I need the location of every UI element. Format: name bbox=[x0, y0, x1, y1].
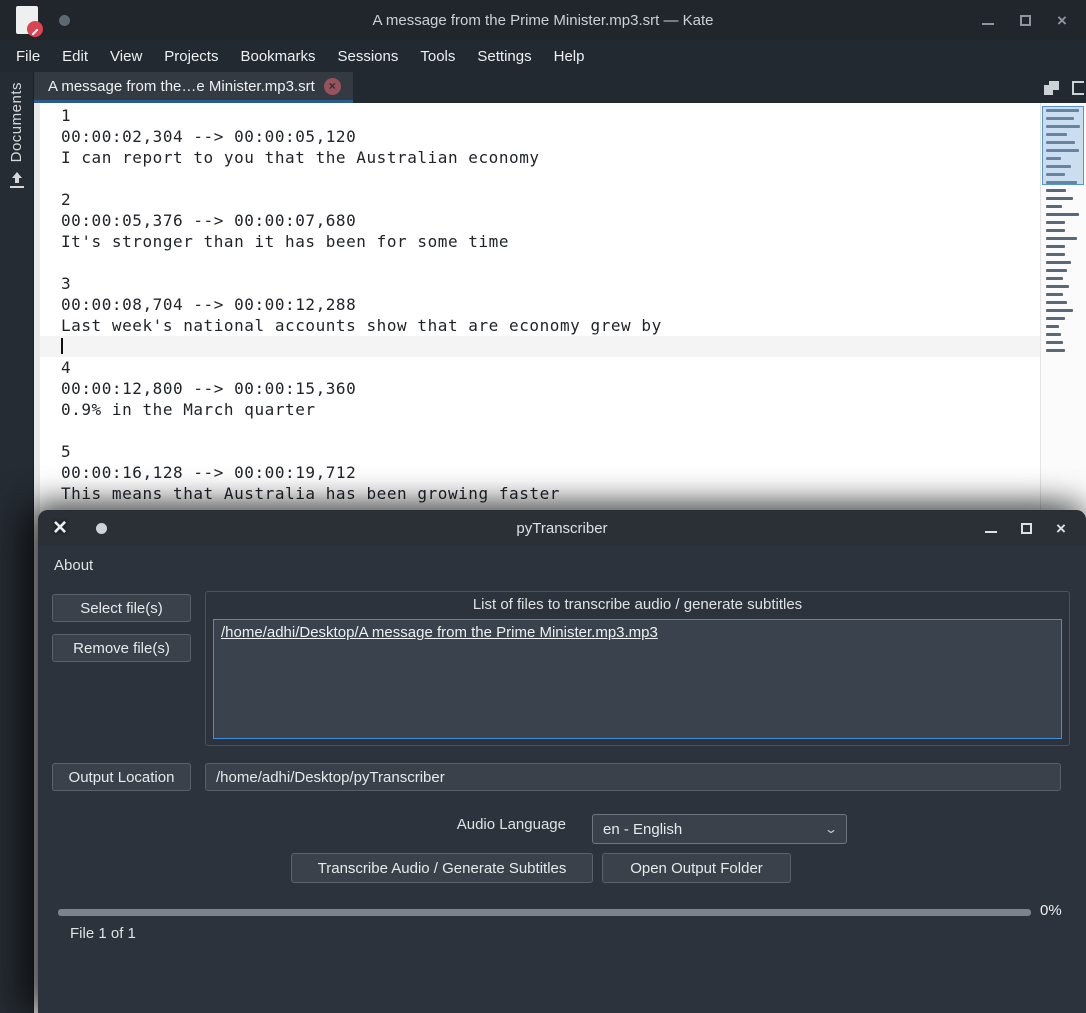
titlebar-dot-icon bbox=[59, 15, 70, 26]
code-line[interactable]: 0.9% in the March quarter bbox=[40, 399, 1040, 420]
kate-titlebar: A message from the Prime Minister.mp3.sr… bbox=[0, 0, 1086, 40]
minimap-line bbox=[1046, 221, 1065, 224]
minimap-line bbox=[1046, 245, 1065, 248]
code-line[interactable]: 00:00:16,128 --> 00:00:19,712 bbox=[40, 462, 1040, 483]
minimap-line bbox=[1046, 269, 1067, 272]
transcribe-button[interactable]: Transcribe Audio / Generate Subtitles bbox=[291, 853, 593, 883]
code-line[interactable]: 00:00:12,800 --> 00:00:15,360 bbox=[40, 378, 1040, 399]
progress-bar bbox=[58, 909, 1031, 916]
minimap-line bbox=[1046, 317, 1065, 320]
code-line[interactable]: 1 bbox=[40, 105, 1040, 126]
minimap-line bbox=[1046, 277, 1063, 280]
chevron-down-icon: ⌄ bbox=[823, 822, 839, 836]
minimap-line bbox=[1046, 261, 1071, 264]
minimap-line bbox=[1046, 197, 1073, 200]
minimap-line bbox=[1046, 285, 1069, 288]
open-output-folder-button[interactable]: Open Output Folder bbox=[602, 853, 791, 883]
code-line[interactable]: 4 bbox=[40, 357, 1040, 378]
pytranscriber-titlebar: × pyTranscriber × bbox=[38, 510, 1086, 546]
audio-language-select[interactable]: en - English ⌄ bbox=[592, 814, 847, 844]
cursor-line[interactable] bbox=[40, 336, 1040, 357]
code-line[interactable]: 5 bbox=[40, 441, 1040, 462]
minimap-line bbox=[1046, 253, 1065, 256]
minimap-line bbox=[1046, 189, 1066, 192]
remove-files-button[interactable]: Remove file(s) bbox=[52, 634, 191, 662]
tab-list-icon[interactable] bbox=[1072, 80, 1084, 95]
minimap-line bbox=[1046, 341, 1063, 344]
kate-window-controls: × bbox=[981, 0, 1086, 40]
menu-view[interactable]: View bbox=[99, 40, 153, 72]
kate-tabbar: A message from the…e Minister.mp3.srt × bbox=[34, 72, 1086, 103]
pytranscriber-menubar: About bbox=[38, 546, 1086, 584]
menu-help[interactable]: Help bbox=[543, 40, 596, 72]
output-location-button[interactable]: Output Location bbox=[52, 763, 191, 791]
minimap-line bbox=[1046, 229, 1065, 232]
code-line[interactable]: 3 bbox=[40, 273, 1040, 294]
menu-bookmarks[interactable]: Bookmarks bbox=[229, 40, 326, 72]
close-icon[interactable]: × bbox=[1054, 520, 1068, 537]
minimize-icon[interactable] bbox=[984, 521, 998, 535]
minimap-line bbox=[1046, 205, 1062, 208]
pytranscriber-window: × pyTranscriber × About Select file(s) R… bbox=[38, 510, 1086, 1013]
kate-app-icon bbox=[16, 6, 43, 37]
dock-documents-tab[interactable]: Documents bbox=[8, 82, 25, 162]
minimize-icon[interactable] bbox=[981, 13, 995, 27]
progress-percent: 0% bbox=[1040, 902, 1062, 919]
code-line[interactable]: Last week's national accounts show that … bbox=[40, 315, 1040, 336]
minimap-line bbox=[1046, 237, 1077, 240]
code-line[interactable] bbox=[40, 168, 1040, 189]
duplicate-tab-icon[interactable] bbox=[1044, 80, 1060, 96]
audio-language-value: en - English bbox=[603, 820, 683, 838]
pytranscriber-window-title: pyTranscriber bbox=[516, 519, 608, 537]
pytranscriber-window-controls: × bbox=[984, 510, 1086, 546]
menu-file[interactable]: File bbox=[5, 40, 51, 72]
tab-close-icon[interactable]: × bbox=[323, 77, 341, 95]
kate-left-dock: Documents bbox=[0, 72, 34, 1013]
code-line[interactable]: It's stronger than it has been for some … bbox=[40, 231, 1040, 252]
minimap-line bbox=[1046, 333, 1061, 336]
filelist-item[interactable]: /home/adhi/Desktop/A message from the Pr… bbox=[214, 620, 1061, 645]
minimap-line bbox=[1046, 309, 1073, 312]
audio-language-label: Audio Language bbox=[456, 816, 566, 833]
code-line[interactable] bbox=[40, 252, 1040, 273]
code-line[interactable]: This means that Australia has been growi… bbox=[40, 483, 1040, 504]
minimap-line bbox=[1046, 213, 1079, 216]
minimap-viewport-indicator[interactable] bbox=[1042, 106, 1084, 185]
filelist[interactable]: /home/adhi/Desktop/A message from the Pr… bbox=[213, 619, 1062, 739]
maximize-icon[interactable] bbox=[1019, 521, 1033, 535]
minimap-line bbox=[1046, 301, 1067, 304]
code-line[interactable]: 2 bbox=[40, 189, 1040, 210]
kate-tab-label: A message from the…e Minister.mp3.srt bbox=[48, 77, 315, 95]
filelist-title: List of files to transcribe audio / gene… bbox=[472, 596, 803, 613]
file-count-label: File 1 of 1 bbox=[70, 925, 136, 942]
kate-tab[interactable]: A message from the…e Minister.mp3.srt × bbox=[34, 72, 353, 103]
output-location-field[interactable]: /home/adhi/Desktop/pyTranscriber bbox=[205, 763, 1061, 791]
code-line[interactable] bbox=[40, 420, 1040, 441]
menu-about[interactable]: About bbox=[38, 557, 109, 574]
code-line[interactable]: 00:00:08,704 --> 00:00:12,288 bbox=[40, 294, 1040, 315]
code-line[interactable]: 00:00:02,304 --> 00:00:05,120 bbox=[40, 126, 1040, 147]
close-icon[interactable]: × bbox=[1055, 12, 1069, 29]
maximize-icon[interactable] bbox=[1018, 13, 1032, 27]
menu-settings[interactable]: Settings bbox=[466, 40, 542, 72]
code-line[interactable]: I can report to you that the Australian … bbox=[40, 147, 1040, 168]
filelist-groupbox: List of files to transcribe audio / gene… bbox=[205, 591, 1070, 746]
select-files-button[interactable]: Select file(s) bbox=[52, 594, 191, 622]
kate-menubar: File Edit View Projects Bookmarks Sessions Too… bbox=[0, 40, 1086, 72]
titlebar-dot-icon bbox=[96, 523, 107, 534]
pytranscriber-app-icon: × bbox=[53, 514, 68, 541]
menu-edit[interactable]: Edit bbox=[51, 40, 99, 72]
dock-upload-icon[interactable] bbox=[9, 172, 24, 189]
text-cursor bbox=[61, 338, 63, 354]
kate-window-title: A message from the Prime Minister.mp3.sr… bbox=[372, 11, 714, 29]
minimap-line bbox=[1046, 293, 1063, 296]
minimap-line bbox=[1046, 349, 1065, 352]
menu-tools[interactable]: Tools bbox=[409, 40, 466, 72]
minimap-line bbox=[1046, 325, 1059, 328]
code-line[interactable]: 00:00:05,376 --> 00:00:07,680 bbox=[40, 210, 1040, 231]
menu-sessions[interactable]: Sessions bbox=[327, 40, 410, 72]
menu-projects[interactable]: Projects bbox=[153, 40, 229, 72]
